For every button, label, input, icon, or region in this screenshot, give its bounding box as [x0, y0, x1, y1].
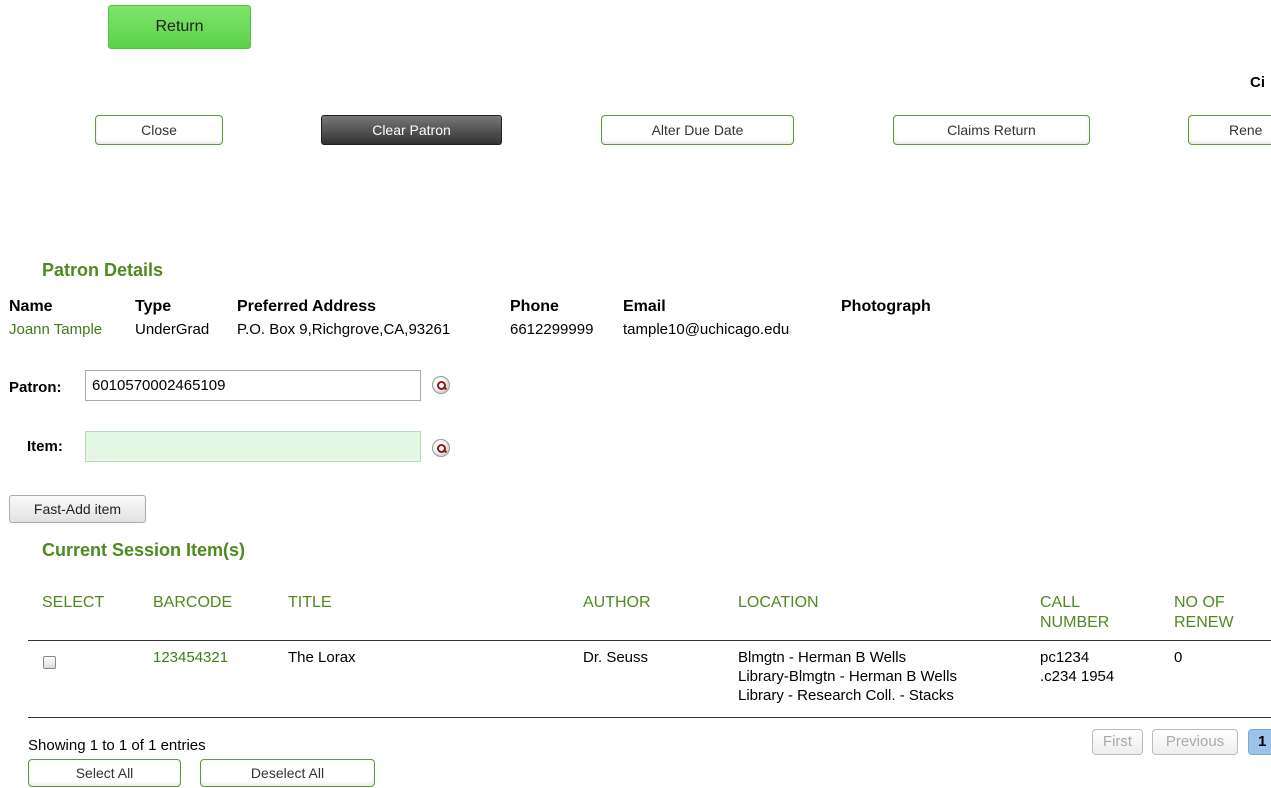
row-renew-count: 0	[1174, 649, 1183, 666]
row-title: The Lorax	[288, 649, 356, 666]
patron-details-title: Patron Details	[42, 260, 164, 280]
row-barcode-link[interactable]: 123454321	[153, 648, 228, 667]
call-number-column-header[interactable]: CALL NUMBER	[1040, 593, 1109, 633]
return-button[interactable]: Return	[108, 5, 251, 49]
patron-input[interactable]	[85, 370, 421, 401]
claims-return-button[interactable]: Claims Return	[893, 115, 1090, 145]
current-session-title: Current Session Item(s)	[42, 540, 246, 560]
renew-header-line1: NO OF	[1174, 594, 1225, 611]
patron-email: tample10@uchicago.edu	[623, 321, 790, 338]
item-search-icon[interactable]	[432, 439, 450, 457]
call-number-header-line1: CALL	[1040, 594, 1081, 611]
row-select-checkbox[interactable]	[43, 656, 56, 669]
item-label: Item:	[27, 438, 63, 455]
item-input[interactable]	[85, 431, 421, 462]
row-location: Blmgtn - Herman B Wells Library-Blmgtn -…	[738, 648, 957, 705]
circulation-title: Ci	[1250, 74, 1265, 91]
table-header-divider	[28, 640, 1271, 641]
patron-search-icon[interactable]	[432, 376, 450, 394]
email-header: Email	[623, 298, 666, 315]
fast-add-item-button[interactable]: Fast-Add item	[9, 495, 146, 523]
row-location-line1: Blmgtn - Herman B Wells	[738, 649, 907, 666]
pagination-first-button[interactable]: First	[1092, 729, 1143, 755]
pagination-page-button[interactable]: 1	[1248, 729, 1271, 755]
close-button[interactable]: Close	[95, 115, 223, 145]
patron-address: P.O. Box 9,Richgrove,CA,93261	[237, 321, 451, 338]
patron-label: Patron:	[9, 379, 62, 396]
row-location-line3: Library - Research Coll. - Stacks	[738, 687, 954, 704]
row-call-number-line2: .c234 1954	[1040, 668, 1115, 685]
select-all-button[interactable]: Select All	[28, 759, 181, 787]
type-header: Type	[135, 298, 172, 315]
deselect-all-button[interactable]: Deselect All	[200, 759, 375, 787]
name-header: Name	[9, 298, 53, 315]
title-column-header[interactable]: TITLE	[288, 593, 332, 613]
patron-name-link[interactable]: Joann Tample	[9, 321, 102, 338]
patron-type: UnderGrad	[135, 321, 210, 338]
row-author: Dr. Seuss	[583, 649, 649, 666]
table-footer-divider	[28, 717, 1271, 718]
select-column-header[interactable]: SELECT	[42, 593, 104, 613]
location-column-header[interactable]: LOCATION	[738, 593, 819, 613]
photograph-header: Photograph	[841, 298, 931, 315]
call-number-header-line2: NUMBER	[1040, 614, 1110, 631]
author-column-header[interactable]: AUTHOR	[583, 593, 651, 613]
address-header: Preferred Address	[237, 298, 377, 315]
table-info: Showing 1 to 1 of 1 entries	[28, 737, 206, 754]
row-location-line2: Library-Blmgtn - Herman B Wells	[738, 668, 957, 685]
renew-button[interactable]: Rene	[1188, 115, 1271, 145]
row-call-number: pc1234 .c234 1954	[1040, 648, 1114, 686]
alter-due-date-button[interactable]: Alter Due Date	[601, 115, 794, 145]
renew-count-column-header[interactable]: NO OF RENEW	[1174, 593, 1234, 633]
patron-phone: 6612299999	[510, 321, 594, 338]
renew-header-line2: RENEW	[1174, 614, 1234, 631]
phone-header: Phone	[510, 298, 559, 315]
clear-patron-button[interactable]: Clear Patron	[321, 115, 502, 145]
pagination-previous-button[interactable]: Previous	[1152, 729, 1238, 755]
row-call-number-line1: pc1234	[1040, 649, 1090, 666]
barcode-column-header[interactable]: BARCODE	[153, 593, 232, 613]
